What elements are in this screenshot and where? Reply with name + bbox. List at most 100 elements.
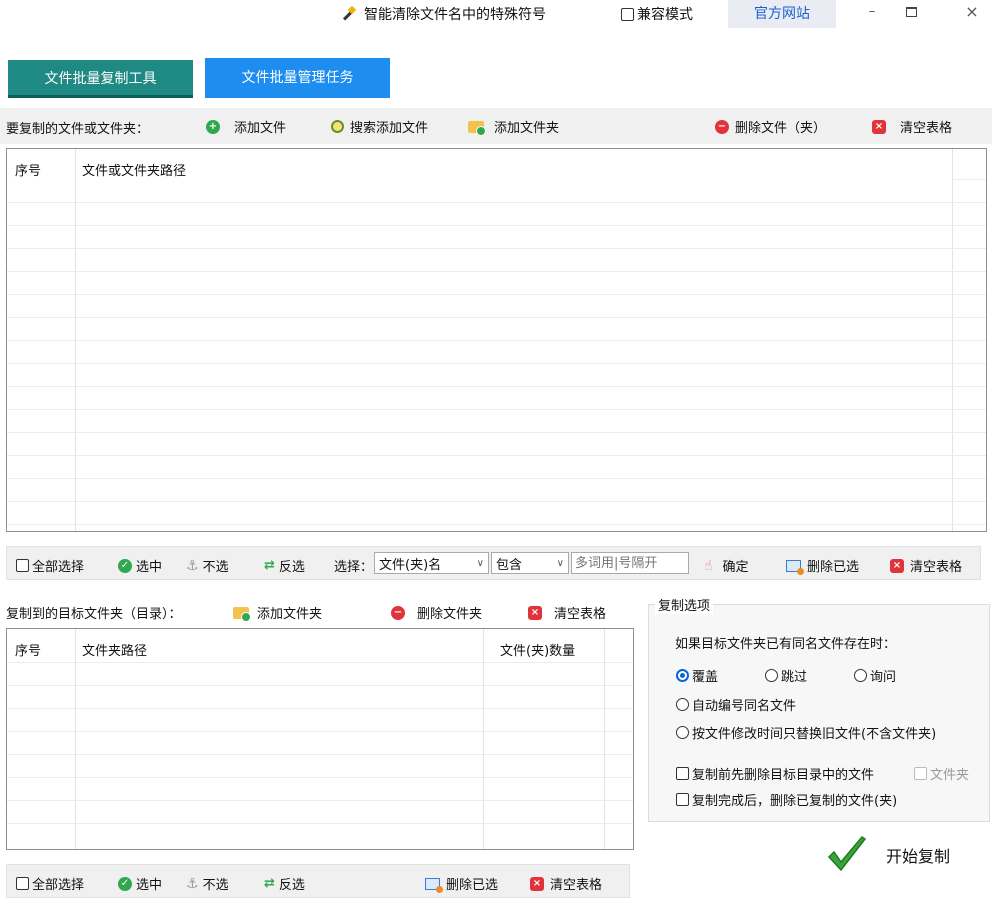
invert-label: 反选 [278,878,305,893]
invert-button[interactable]: ⇄ 反选 [264,556,305,575]
clear-table-button[interactable]: × 清空表格 [872,117,952,136]
bottom-select-all-toggle[interactable]: 全部选择 [16,874,84,893]
search-add-file-label: 搜索添加文件 [350,121,429,136]
add-folder-button[interactable]: 添加文件夹 [468,117,559,136]
delete-after-copy-label: 复制完成后，删除已复制的文件(夹) [692,794,898,809]
window-delete-icon [786,559,804,575]
add-folder-label: 添加文件夹 [494,121,560,136]
col-path-header: 文件或文件夹路径 [82,164,187,179]
target-add-folder-button[interactable]: 添加文件夹 [233,603,322,622]
add-icon: + [206,119,220,134]
search-add-file-button[interactable]: 搜索添加文件 [331,117,428,136]
compat-mode-label: 兼容模式 [637,7,693,23]
auto-number-radio-option[interactable]: 自动编号同名文件 [676,695,796,714]
match-select[interactable]: 包含 ∨ [491,552,569,574]
select-label: 选中 [136,878,163,893]
folder-checkbox[interactable] [914,767,927,780]
col-index-header: 序号 [15,164,42,179]
target-clear-table-button[interactable]: × 清空表格 [528,603,606,622]
check-icon: ✓ [118,876,132,891]
target-folder-table[interactable]: 序号 文件夹路径 文件(夹)数量 [6,628,634,850]
folder-option[interactable]: 文件夹 [914,764,969,783]
chevron-down-icon: ∨ [556,557,564,569]
match-select-value: 包含 [496,557,523,573]
swap-icon: ⇄ [264,558,275,573]
bottom-unselect-button[interactable]: ⚓ 不选 [186,874,229,894]
skip-radio-option[interactable]: 跳过 [765,666,807,685]
add-folder-icon [468,120,486,136]
overwrite-radio-option[interactable]: 覆盖 [676,666,718,685]
confirm-label: 确定 [722,560,749,575]
invert-label: 反选 [278,560,305,575]
keywords-input[interactable] [571,552,689,574]
start-copy-button[interactable]: 开始复制 [826,835,950,875]
maximize-button[interactable] [906,7,917,17]
ask-radio[interactable] [854,669,867,682]
window-delete-icon [425,877,443,893]
replace-by-time-radio-option[interactable]: 按文件修改时间只替换旧文件(不含文件夹) [676,723,936,742]
source-file-table[interactable]: 序号 文件或文件夹路径 [6,148,987,532]
bottom-delete-selected-button[interactable]: 删除已选 [425,874,498,893]
swap-icon: ⇄ [264,876,275,891]
select-label: 选中 [136,560,163,575]
official-site-link[interactable]: 官方网站 [728,0,836,28]
bottom-select-button[interactable]: ✓ 选中 [118,874,162,893]
compat-mode-checkbox[interactable] [621,7,634,21]
auto-number-radio[interactable] [676,698,689,711]
checkmark-icon [827,836,867,872]
clear-icon: × [872,119,886,134]
tab-file-copy-tool[interactable]: 文件批量复制工具 [8,60,193,98]
unselect-button[interactable]: ⚓ 不选 [186,556,229,576]
copy-options-title: 复制选项 [655,595,714,614]
overwrite-radio[interactable] [676,669,689,682]
delete-after-copy-checkbox[interactable] [676,793,689,806]
unselect-label: 不选 [202,560,229,575]
clear-icon: × [530,876,544,891]
delete-file-button[interactable]: − 删除文件（夹） [715,117,826,136]
chevron-down-icon: ∨ [476,557,484,569]
delete-file-label: 删除文件（夹） [735,121,827,136]
clear-table-label: 清空表格 [900,121,953,136]
compat-mode-toggle[interactable]: 兼容模式 [621,0,693,28]
ask-label: 询问 [870,670,897,685]
select-all-checkbox[interactable] [16,877,29,890]
select-all-label: 全部选择 [32,878,85,893]
clear-table-button-2[interactable]: × 清空表格 [890,556,962,575]
check-icon: ✓ [118,558,132,573]
start-copy-label: 开始复制 [886,847,951,866]
select-button[interactable]: ✓ 选中 [118,556,162,575]
anchor-icon: ⚓ [186,875,199,892]
target-add-folder-label: 添加文件夹 [257,607,323,622]
conflict-question: 如果目标文件夹已有同名文件存在时： [675,637,897,652]
magic-wand-icon [340,5,357,22]
unselect-label: 不选 [202,878,229,893]
minimize-button[interactable]: – [862,4,882,24]
confirm-button[interactable]: ☝ 确定 [704,556,749,576]
delete-folder-label: 删除文件夹 [417,607,483,622]
delete-selected-label: 删除已选 [446,878,499,893]
delete-folder-button[interactable]: − 删除文件夹 [391,603,482,622]
delete-after-copy-option[interactable]: 复制完成后，删除已复制的文件(夹) [676,790,897,809]
choose-label: 选择： [334,560,374,575]
ask-radio-option[interactable]: 询问 [854,666,896,685]
overwrite-label: 覆盖 [692,670,719,685]
delete-target-first-label: 复制前先删除目标目录中的文件 [692,768,875,783]
delete-target-first-option[interactable]: 复制前先删除目标目录中的文件 [676,764,874,783]
field-select[interactable]: 文件(夹)名 ∨ [374,552,489,574]
table-header: 序号 文件或文件夹路径 [7,149,986,187]
auto-number-label: 自动编号同名文件 [692,699,797,714]
select-all-toggle[interactable]: 全部选择 [16,556,84,575]
add-file-button[interactable]: + 添加文件 [206,117,286,136]
target-section-label: 复制到的目标文件夹（目录）： [6,607,182,622]
delete-selected-button[interactable]: 删除已选 [786,556,859,575]
target-clear-table-label: 清空表格 [554,607,607,622]
skip-radio[interactable] [765,669,778,682]
bottom-clear-table-button[interactable]: × 清空表格 [530,874,602,893]
replace-by-time-radio[interactable] [676,726,689,739]
delete-target-first-checkbox[interactable] [676,767,689,780]
tab-file-batch-task[interactable]: 文件批量管理任务 [205,58,390,98]
bottom-invert-button[interactable]: ⇄ 反选 [264,874,305,893]
hand-pointer-icon: ☝ [704,557,713,574]
close-button[interactable]: × [962,2,982,24]
select-all-checkbox[interactable] [16,559,29,572]
